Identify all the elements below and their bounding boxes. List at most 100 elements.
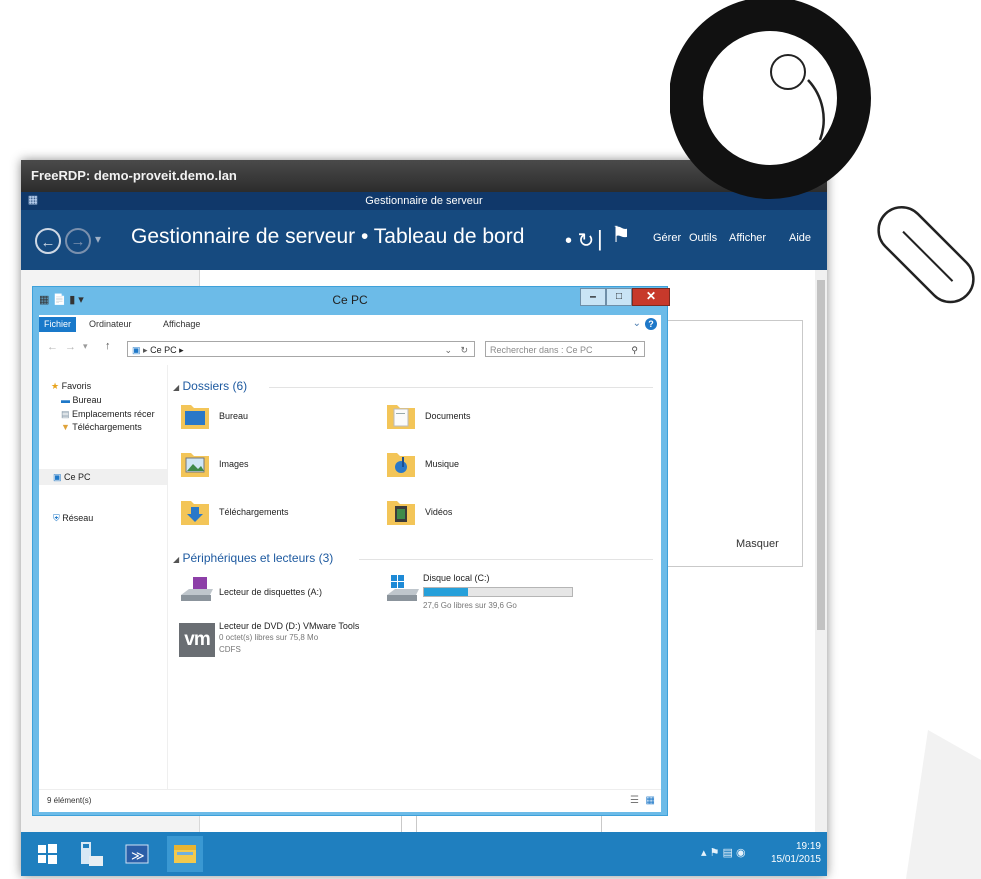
windows-start-icon[interactable] bbox=[29, 836, 65, 872]
folder-label: Musique bbox=[425, 459, 460, 469]
folder-item-bureau[interactable] bbox=[179, 401, 211, 436]
device-floppy[interactable] bbox=[179, 575, 215, 612]
tab-affichage[interactable]: Affichage bbox=[163, 319, 200, 329]
divider bbox=[359, 559, 653, 560]
computer-icon: ▣ bbox=[53, 472, 62, 482]
minimize-button[interactable]: – bbox=[580, 288, 606, 306]
explorer-body: ★ Favoris ▬ Bureau ▤ Emplacements récer … bbox=[39, 365, 661, 789]
search-icon[interactable]: ⚲ bbox=[631, 342, 638, 358]
explorer-window: ▦ 📄 ▮ ▾ Ce PC – □ ✕ Fichier Ordinateur A… bbox=[32, 286, 670, 816]
folder-item-documents[interactable] bbox=[385, 401, 417, 436]
folder-item-images[interactable] bbox=[179, 449, 211, 484]
server-manager-taskbar-icon[interactable] bbox=[73, 836, 109, 872]
device-label: Lecteur de disquettes (A:) bbox=[219, 587, 323, 597]
refresh-icon[interactable]: • ↻ bbox=[565, 228, 594, 253]
taskbar: ≫ ▴ ⚑ ▤ ◉ 19:19 15/01/2015 bbox=[21, 832, 827, 876]
address-toolbar: ← → ▾ ↑ ▣ ▸ Ce PC ▸ ⌄ ↻ Rechercher dans … bbox=[39, 335, 661, 365]
folder-label: Vidéos bbox=[425, 507, 453, 517]
device-local-disk[interactable] bbox=[385, 573, 421, 610]
tab-fichier[interactable]: Fichier bbox=[39, 317, 77, 332]
group-header-dossiers-label: Dossiers (6) bbox=[182, 379, 248, 393]
nav-telechargements[interactable]: ▼ Téléchargements bbox=[61, 422, 142, 432]
back-arrow-icon[interactable]: ← bbox=[35, 228, 61, 254]
ribbon: Fichier Ordinateur Affichage ⌄ ? bbox=[39, 315, 661, 336]
divider bbox=[269, 387, 653, 388]
local-disk-icon bbox=[387, 575, 419, 601]
folder-videos-icon bbox=[387, 501, 415, 525]
recent-dropdown-icon[interactable]: ▾ bbox=[83, 341, 88, 352]
powershell-icon[interactable]: ≫ bbox=[119, 836, 155, 872]
server-manager-window-title: Gestionnaire de serveur bbox=[365, 195, 483, 207]
notification-flag-icon[interactable]: ⚑ bbox=[611, 222, 631, 248]
vmware-icon[interactable]: vm bbox=[179, 623, 215, 657]
downloads-icon: ▼ bbox=[61, 422, 70, 432]
folder-documents-icon bbox=[387, 405, 415, 429]
vertical-scrollbar[interactable] bbox=[815, 270, 827, 832]
magnifying-glass-icon bbox=[670, 0, 975, 304]
hide-link[interactable]: Masquer bbox=[736, 538, 779, 550]
address-dropdown-icon[interactable]: ⌄ bbox=[444, 342, 452, 358]
refresh-icon[interactable]: ↻ bbox=[460, 342, 468, 358]
server-manager-icon: ▦ bbox=[27, 194, 39, 206]
chevron-right-icon: ▸ bbox=[143, 345, 148, 355]
folder-label: Images bbox=[219, 459, 249, 469]
clock-date: 15/01/2015 bbox=[770, 854, 821, 865]
search-input[interactable]: Rechercher dans : Ce PC ⚲ bbox=[485, 341, 645, 357]
folder-label: Documents bbox=[425, 411, 471, 421]
decorative-shape bbox=[906, 730, 981, 879]
maximize-button[interactable]: □ bbox=[606, 288, 632, 306]
tiles-view-icon[interactable]: ▦ bbox=[646, 795, 655, 806]
nav-reseau[interactable]: ⛨ Réseau bbox=[53, 513, 93, 524]
scrollbar-thumb[interactable] bbox=[817, 280, 825, 630]
device-label: Disque local (C:) bbox=[423, 573, 490, 583]
nav-favoris[interactable]: ★ Favoris bbox=[51, 381, 91, 392]
nav-bureau-label: Bureau bbox=[72, 395, 102, 405]
explorer-title: Ce PC bbox=[332, 293, 368, 307]
nav-ce-pc[interactable]: ▣ Ce PC bbox=[39, 469, 167, 485]
close-button[interactable]: ✕ bbox=[632, 288, 670, 306]
address-bar[interactable]: ▣ ▸ Ce PC ▸ ⌄ ↻ bbox=[127, 341, 475, 357]
folder-label: Bureau bbox=[219, 411, 249, 421]
search-placeholder: Rechercher dans : Ce PC bbox=[490, 345, 593, 355]
device-detail: 0 octet(s) libres sur 75,8 Mo bbox=[219, 633, 319, 642]
svg-text:≫: ≫ bbox=[131, 849, 145, 864]
tab-ordinateur[interactable]: Ordinateur bbox=[89, 319, 132, 329]
floppy-drive-icon bbox=[181, 577, 213, 601]
nav-ce-pc-label: Ce PC bbox=[64, 472, 91, 482]
tray-icons[interactable]: ▴ ⚑ ▤ ◉ bbox=[701, 846, 746, 859]
file-explorer-taskbar-icon[interactable] bbox=[167, 836, 203, 872]
folder-downloads-icon bbox=[181, 501, 209, 525]
navigation-pane: ★ Favoris ▬ Bureau ▤ Emplacements récer … bbox=[39, 365, 168, 789]
details-view-icon[interactable]: ☰ bbox=[630, 795, 639, 806]
recent-places-icon: ▤ bbox=[61, 409, 70, 419]
forward-icon[interactable]: → bbox=[65, 341, 76, 353]
folder-item-telechargements[interactable] bbox=[179, 497, 211, 532]
explorer-title-bar[interactable]: ▦ 📄 ▮ ▾ Ce PC – □ ✕ bbox=[33, 287, 670, 315]
device-filesystem: CDFS bbox=[219, 645, 241, 654]
star-icon: ★ bbox=[51, 381, 60, 391]
nav-emplacements-recents[interactable]: ▤ Emplacements récer bbox=[61, 409, 155, 420]
network-icon: ⛨ bbox=[53, 513, 60, 523]
computer-icon: ▣ bbox=[132, 345, 141, 355]
help-icon[interactable]: ? bbox=[645, 318, 657, 330]
group-header-dossiers[interactable]: ◢ Dossiers (6) bbox=[173, 379, 247, 393]
nav-bureau[interactable]: ▬ Bureau bbox=[61, 395, 102, 405]
clock[interactable]: 19:19 15/01/2015 bbox=[771, 840, 821, 866]
history-dropdown-icon[interactable]: ▾ bbox=[95, 232, 101, 246]
disk-usage-fill bbox=[424, 588, 469, 596]
disk-usage-bar bbox=[423, 587, 573, 597]
separator: | bbox=[597, 226, 603, 251]
desktop-icon: ▬ bbox=[61, 395, 70, 405]
folder-item-musique[interactable] bbox=[385, 449, 417, 484]
item-count: 9 élément(s) bbox=[47, 796, 92, 805]
folder-item-videos[interactable] bbox=[385, 497, 417, 532]
group-header-peripheriques[interactable]: ◢ Périphériques et lecteurs (3) bbox=[173, 551, 333, 565]
nav-reseau-label: Réseau bbox=[62, 513, 94, 523]
back-icon[interactable]: ← bbox=[47, 341, 58, 353]
device-detail: 27,6 Go libres sur 39,6 Go bbox=[423, 601, 517, 610]
clock-time: 19:19 bbox=[795, 841, 821, 852]
forward-arrow-icon[interactable]: → bbox=[65, 228, 91, 254]
breadcrumb: Gestionnaire de serveur • Tableau de bor… bbox=[131, 225, 525, 248]
expand-ribbon-icon[interactable]: ⌄ bbox=[633, 318, 641, 329]
up-arrow-icon[interactable]: ↑ bbox=[105, 340, 111, 352]
